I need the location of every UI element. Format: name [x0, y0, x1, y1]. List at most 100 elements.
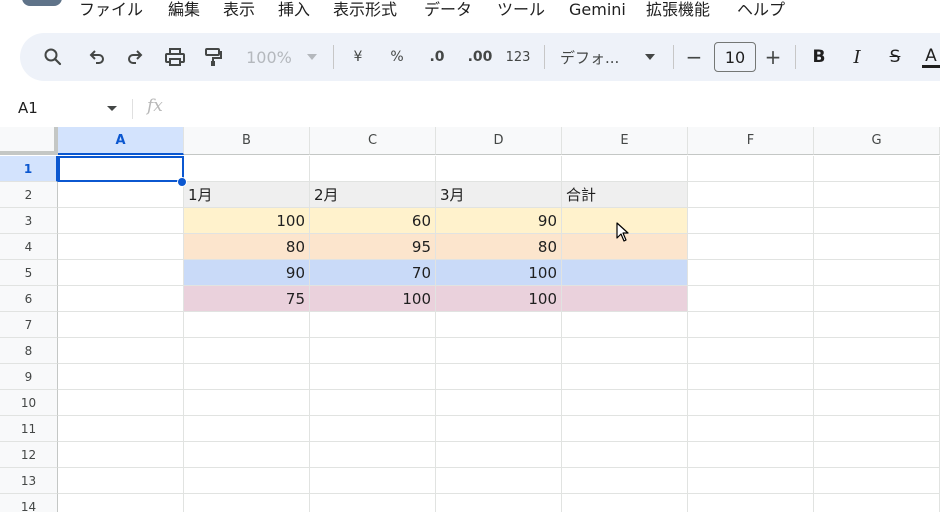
cell-d7[interactable] — [436, 312, 562, 338]
paint-format-icon[interactable] — [198, 42, 228, 72]
row-header-1[interactable]: 1 — [0, 156, 58, 182]
row-header-14[interactable]: 14 — [0, 494, 58, 512]
cell-a3[interactable] — [58, 208, 184, 234]
row-header-4[interactable]: 4 — [0, 234, 58, 260]
cell-e2[interactable]: 合計 — [562, 182, 688, 208]
cell-e10[interactable] — [562, 390, 688, 416]
cell-c7[interactable] — [310, 312, 436, 338]
cell-e9[interactable] — [562, 364, 688, 390]
cell-e13[interactable] — [562, 468, 688, 494]
cell-d6[interactable]: 100 — [436, 286, 562, 312]
cell-e14[interactable] — [562, 494, 688, 512]
cell-f4[interactable] — [688, 234, 814, 260]
bold-button[interactable]: B — [806, 42, 832, 72]
cell-e5[interactable] — [562, 260, 688, 286]
cell-g9[interactable] — [814, 364, 940, 390]
cell-d3[interactable]: 90 — [436, 208, 562, 234]
cell-f9[interactable] — [688, 364, 814, 390]
cell-b12[interactable] — [184, 442, 310, 468]
cell-g10[interactable] — [814, 390, 940, 416]
cell-g14[interactable] — [814, 494, 940, 512]
cell-f1[interactable] — [688, 156, 814, 182]
cell-f2[interactable] — [688, 182, 814, 208]
increase-decimal-button[interactable]: .00 — [462, 42, 498, 72]
cell-g6[interactable] — [814, 286, 940, 312]
menu-help[interactable]: ヘルプ — [737, 0, 785, 21]
cell-e8[interactable] — [562, 338, 688, 364]
cell-f11[interactable] — [688, 416, 814, 442]
row-header-2[interactable]: 2 — [0, 182, 58, 208]
cell-c8[interactable] — [310, 338, 436, 364]
cell-f8[interactable] — [688, 338, 814, 364]
cell-b4[interactable]: 80 — [184, 234, 310, 260]
chevron-down-icon[interactable] — [107, 106, 117, 111]
strikethrough-button[interactable]: S — [882, 42, 908, 72]
cell-a9[interactable] — [58, 364, 184, 390]
cell-c6[interactable]: 100 — [310, 286, 436, 312]
menu-extensions[interactable]: 拡張機能 — [646, 0, 710, 21]
cell-b1[interactable] — [184, 156, 310, 182]
cell-f3[interactable] — [688, 208, 814, 234]
cell-g8[interactable] — [814, 338, 940, 364]
cell-b10[interactable] — [184, 390, 310, 416]
search-icon[interactable] — [38, 42, 68, 72]
percent-format-button[interactable]: % — [384, 42, 410, 72]
cell-a11[interactable] — [58, 416, 184, 442]
chevron-down-icon[interactable] — [642, 42, 658, 72]
cell-c10[interactable] — [310, 390, 436, 416]
fill-handle[interactable] — [177, 177, 187, 187]
cell-g7[interactable] — [814, 312, 940, 338]
cell-c5[interactable]: 70 — [310, 260, 436, 286]
cell-d14[interactable] — [436, 494, 562, 512]
redo-icon[interactable] — [120, 42, 150, 72]
font-size-increase-button[interactable]: + — [761, 42, 785, 72]
cell-a5[interactable] — [58, 260, 184, 286]
cell-e12[interactable] — [562, 442, 688, 468]
name-box[interactable]: A1 — [18, 99, 38, 117]
cell-c13[interactable] — [310, 468, 436, 494]
font-size-input[interactable]: 10 — [714, 42, 756, 72]
cell-a6[interactable] — [58, 286, 184, 312]
cell-d1[interactable] — [436, 156, 562, 182]
cell-c9[interactable] — [310, 364, 436, 390]
cell-c12[interactable] — [310, 442, 436, 468]
cell-f5[interactable] — [688, 260, 814, 286]
cell-c11[interactable] — [310, 416, 436, 442]
cell-f10[interactable] — [688, 390, 814, 416]
cell-d11[interactable] — [436, 416, 562, 442]
cell-a13[interactable] — [58, 468, 184, 494]
row-header-11[interactable]: 11 — [0, 416, 58, 442]
row-header-6[interactable]: 6 — [0, 286, 58, 312]
cell-g1[interactable] — [814, 156, 940, 182]
cell-a14[interactable] — [58, 494, 184, 512]
cell-d13[interactable] — [436, 468, 562, 494]
column-header-c[interactable]: C — [310, 127, 436, 155]
cell-d9[interactable] — [436, 364, 562, 390]
row-header-8[interactable]: 8 — [0, 338, 58, 364]
cell-a12[interactable] — [58, 442, 184, 468]
column-header-a[interactable]: A — [58, 127, 184, 155]
zoom-select[interactable]: 100% — [242, 42, 296, 72]
cell-f14[interactable] — [688, 494, 814, 512]
cell-b11[interactable] — [184, 416, 310, 442]
column-header-g[interactable]: G — [814, 127, 940, 155]
row-header-5[interactable]: 5 — [0, 260, 58, 286]
cell-c1[interactable] — [310, 156, 436, 182]
cell-d8[interactable] — [436, 338, 562, 364]
column-header-e[interactable]: E — [562, 127, 688, 155]
app-logo-icon[interactable] — [22, 0, 62, 6]
cell-b5[interactable]: 90 — [184, 260, 310, 286]
cell-b2[interactable]: 1月 — [184, 182, 310, 208]
column-header-b[interactable]: B — [184, 127, 310, 155]
cell-c3[interactable]: 60 — [310, 208, 436, 234]
row-header-9[interactable]: 9 — [0, 364, 58, 390]
menu-file[interactable]: ファイル — [79, 0, 143, 21]
row-header-7[interactable]: 7 — [0, 312, 58, 338]
row-header-12[interactable]: 12 — [0, 442, 58, 468]
cell-e6[interactable] — [562, 286, 688, 312]
cell-b3[interactable]: 100 — [184, 208, 310, 234]
cell-d5[interactable]: 100 — [436, 260, 562, 286]
currency-format-button[interactable]: ¥ — [346, 42, 370, 72]
cell-f13[interactable] — [688, 468, 814, 494]
cell-b6[interactable]: 75 — [184, 286, 310, 312]
